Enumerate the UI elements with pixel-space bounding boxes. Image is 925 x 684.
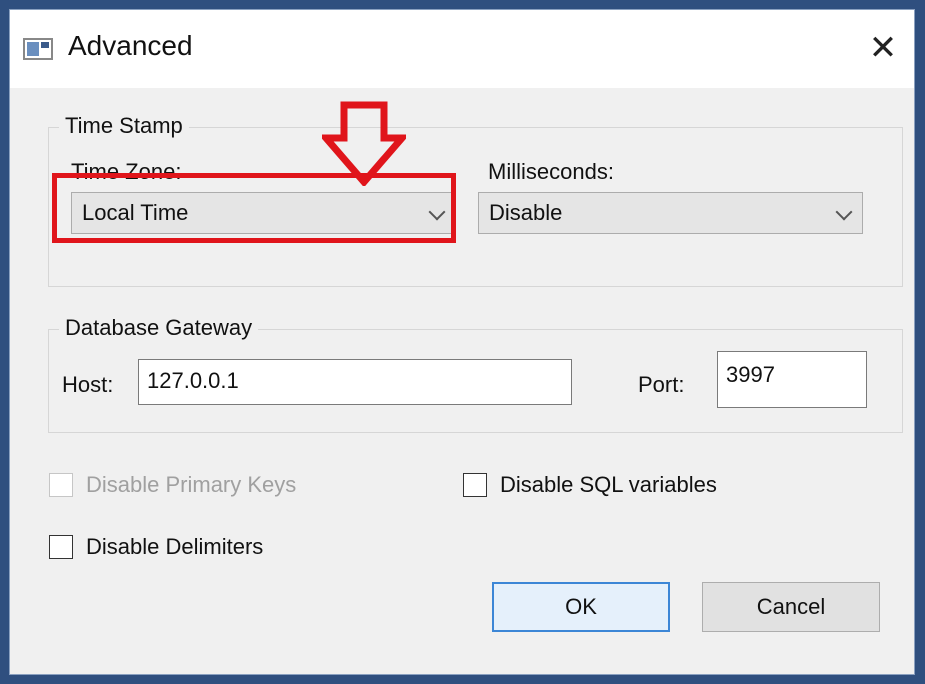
disable-sql-variables-checkbox[interactable] bbox=[463, 473, 487, 497]
close-icon[interactable]: ✕ bbox=[858, 28, 908, 68]
milliseconds-select[interactable]: Disable bbox=[478, 192, 863, 234]
title-bar: Advanced ✕ bbox=[10, 10, 914, 88]
chevron-down-icon bbox=[835, 203, 853, 221]
disable-primary-keys-checkbox[interactable] bbox=[49, 473, 73, 497]
down-arrow-icon bbox=[322, 101, 406, 186]
ok-button[interactable]: OK bbox=[492, 582, 670, 632]
port-value: 3997 bbox=[726, 362, 775, 387]
host-value: 127.0.0.1 bbox=[147, 368, 239, 393]
port-input[interactable]: 3997 bbox=[717, 351, 867, 408]
host-label: Host: bbox=[62, 372, 114, 397]
advanced-dialog: Advanced ✕ Time Stamp Time Zone: Local T… bbox=[9, 9, 915, 675]
database-gateway-group-label: Database Gateway bbox=[59, 315, 259, 341]
cancel-button[interactable]: Cancel bbox=[702, 582, 880, 632]
port-label: Port: bbox=[638, 372, 685, 397]
disable-delimiters-label: Disable Delimiters bbox=[86, 534, 264, 559]
window-app-icon bbox=[23, 38, 53, 60]
milliseconds-label: Milliseconds: bbox=[488, 159, 614, 184]
disable-delimiters-checkbox[interactable] bbox=[49, 535, 73, 559]
disable-primary-keys-label: Disable Primary Keys bbox=[86, 472, 297, 497]
host-input[interactable]: 127.0.0.1 bbox=[138, 359, 572, 405]
disable-sql-variables-label: Disable SQL variables bbox=[500, 472, 717, 497]
time-stamp-group-label: Time Stamp bbox=[59, 113, 189, 139]
milliseconds-value: Disable bbox=[489, 200, 563, 225]
dialog-title: Advanced bbox=[68, 30, 193, 61]
